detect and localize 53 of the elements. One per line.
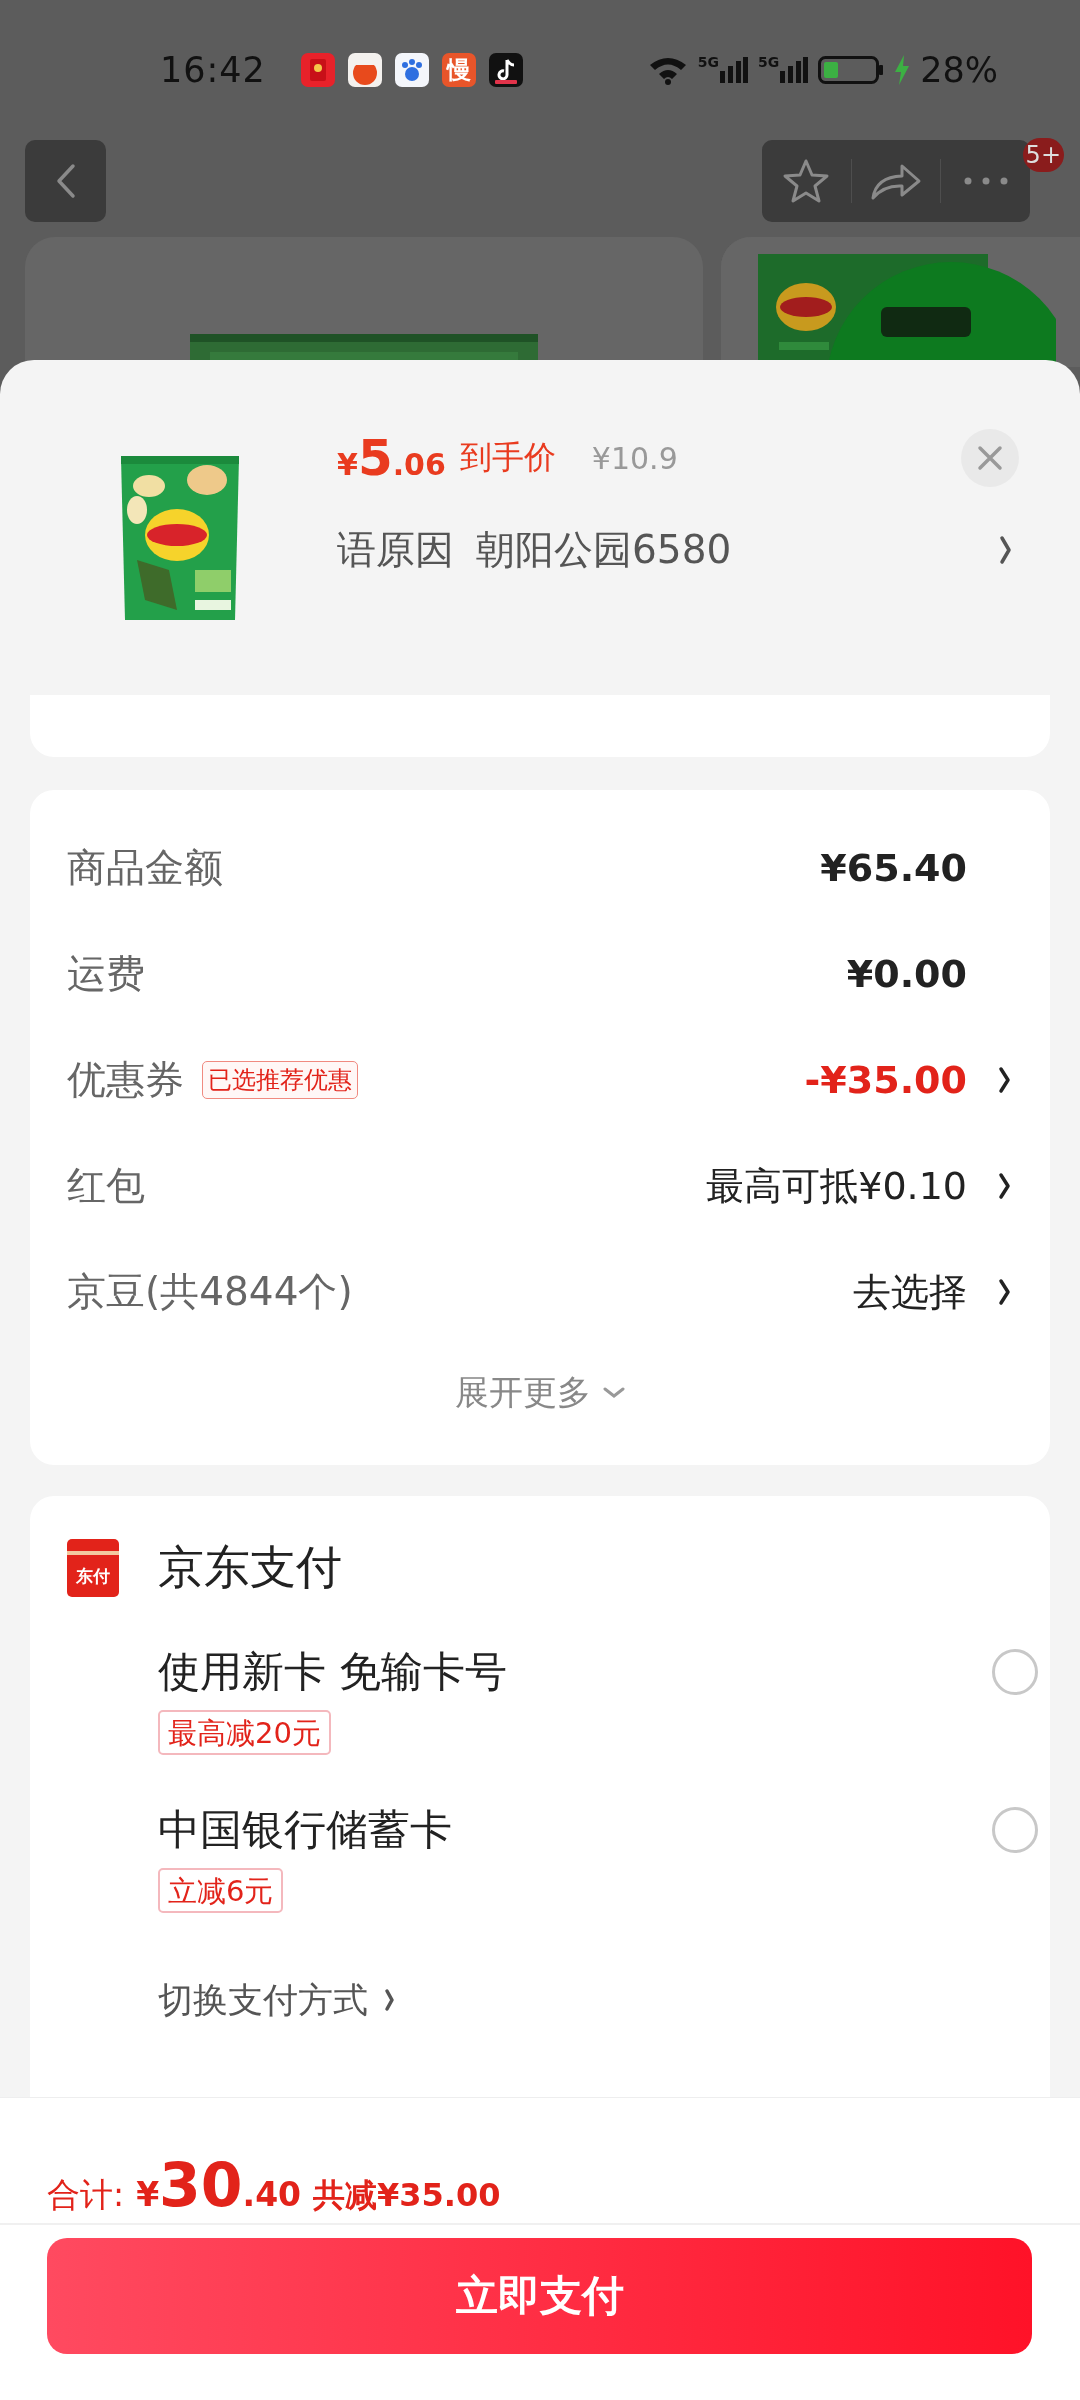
payment-logo-icon: 东付 (67, 1539, 119, 1597)
fee-label: 优惠券 (67, 1056, 184, 1104)
fee-label: 商品金额 (67, 844, 223, 892)
music-note-icon (488, 53, 523, 87)
original-price: ¥10.9 (591, 440, 678, 476)
fee-label: 运费 (67, 950, 145, 998)
chevron-icon (999, 535, 1013, 565)
chevron-down-icon (602, 1387, 625, 1399)
fee-value[interactable]: -¥35.00 (804, 1058, 967, 1102)
order-total: 合计: ¥30.40 共减¥35.00 (0, 2098, 1080, 2225)
back-icon (55, 163, 76, 199)
radio-button[interactable] (992, 1807, 1038, 1853)
address-text: 朝阳公园6580 (476, 526, 732, 574)
address-row[interactable]: 语原因 朝阳公园6580 (337, 522, 1013, 578)
fee-value: ¥65.40 (820, 846, 967, 890)
coupon-tag: 已选推荐优惠 (202, 1061, 358, 1099)
network-label: 5G (697, 55, 719, 69)
promo-tag: 最高减20元 (158, 1710, 331, 1755)
price-label: 到手价 (459, 437, 556, 478)
chevron-icon (998, 1066, 1012, 1094)
signal-icon (719, 57, 748, 83)
battery-icon (818, 55, 885, 85)
chevron-icon (998, 1172, 1012, 1200)
paw-icon (394, 53, 429, 87)
chevron-icon (998, 1278, 1012, 1306)
notification-badge: 5+ (1022, 138, 1064, 172)
back-button[interactable] (25, 140, 106, 222)
chevron-icon (384, 1988, 396, 2012)
signal-icon (780, 57, 809, 83)
payment-option[interactable]: 使用新卡 免输卡号 (158, 1645, 508, 1699)
expand-more-button[interactable]: 展开更多 (454, 1370, 625, 1416)
pay-now-button[interactable]: 立即支付 (47, 2238, 1032, 2354)
fee-label: 京豆(共4844个) (67, 1268, 353, 1316)
payment-option[interactable]: 中国银行储蓄卡 (158, 1803, 452, 1857)
switch-payment-link[interactable]: 切换支付方式 (158, 1973, 396, 2027)
more-dots-icon (963, 177, 1008, 185)
fee-label: 红包 (67, 1162, 145, 1210)
tomato-icon (347, 53, 382, 87)
payment-title: 京东支付 (158, 1539, 342, 1596)
receiver-name: 语原因 (337, 526, 454, 574)
arrival-price: ¥5.06 (337, 429, 446, 487)
radio-button[interactable] (992, 1649, 1038, 1695)
promo-tag: 立减6元 (158, 1868, 284, 1913)
battery-percent: 28% (920, 50, 998, 90)
fee-value[interactable]: 去选择 (853, 1266, 967, 1318)
star-icon (782, 158, 831, 204)
fee-value: ¥0.00 (846, 952, 967, 996)
envelope-icon (300, 53, 335, 87)
close-icon (977, 445, 1003, 471)
network-label: 5G (757, 55, 780, 69)
app-notification-icon: 慢 (441, 53, 476, 87)
fee-value[interactable]: 最高可抵¥0.10 (706, 1160, 967, 1212)
clock-time: 16:42 (160, 50, 266, 90)
